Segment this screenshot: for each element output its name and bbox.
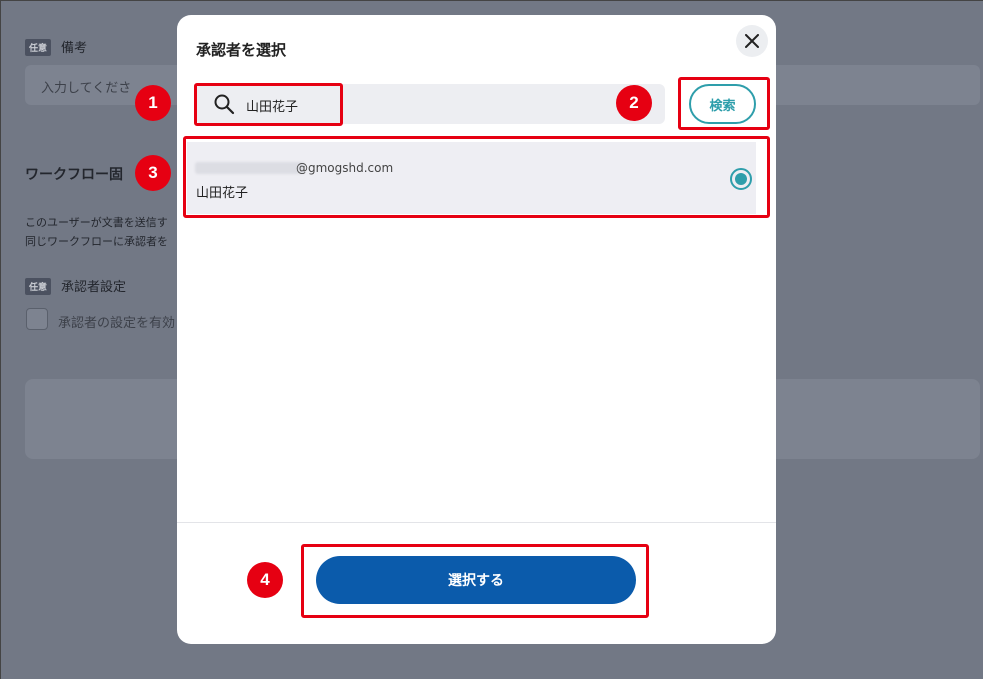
optional-badge: 任意 [25, 39, 52, 56]
annotation-number-3: 3 [135, 155, 171, 191]
approver-setting-label: 承認者設定 [61, 280, 127, 295]
remarks-label: 備考 [61, 41, 88, 56]
description-line-2: 同じワークフローに承認者を [25, 235, 168, 248]
approver-checkbox-label: 承認者の設定を有効 [58, 316, 176, 331]
footer-divider [177, 522, 776, 523]
close-button[interactable] [736, 25, 768, 57]
annotation-number-1: 1 [135, 85, 171, 121]
workflow-heading: ワークフロー固 [25, 167, 123, 183]
highlight-search-button [678, 77, 770, 130]
highlight-search-input [194, 83, 343, 126]
remarks-placeholder: 入力してくださ [41, 81, 132, 96]
annotation-number-2: 2 [616, 85, 652, 121]
description-line-1: このユーザーが文書を送信す [25, 216, 168, 229]
highlight-result-row [183, 136, 770, 218]
close-icon [745, 34, 759, 48]
optional-badge-2: 任意 [25, 278, 52, 295]
approver-checkbox [26, 308, 48, 330]
highlight-select-button [301, 544, 649, 618]
modal-title: 承認者を選択 [196, 41, 287, 59]
annotation-number-4: 4 [247, 562, 283, 598]
